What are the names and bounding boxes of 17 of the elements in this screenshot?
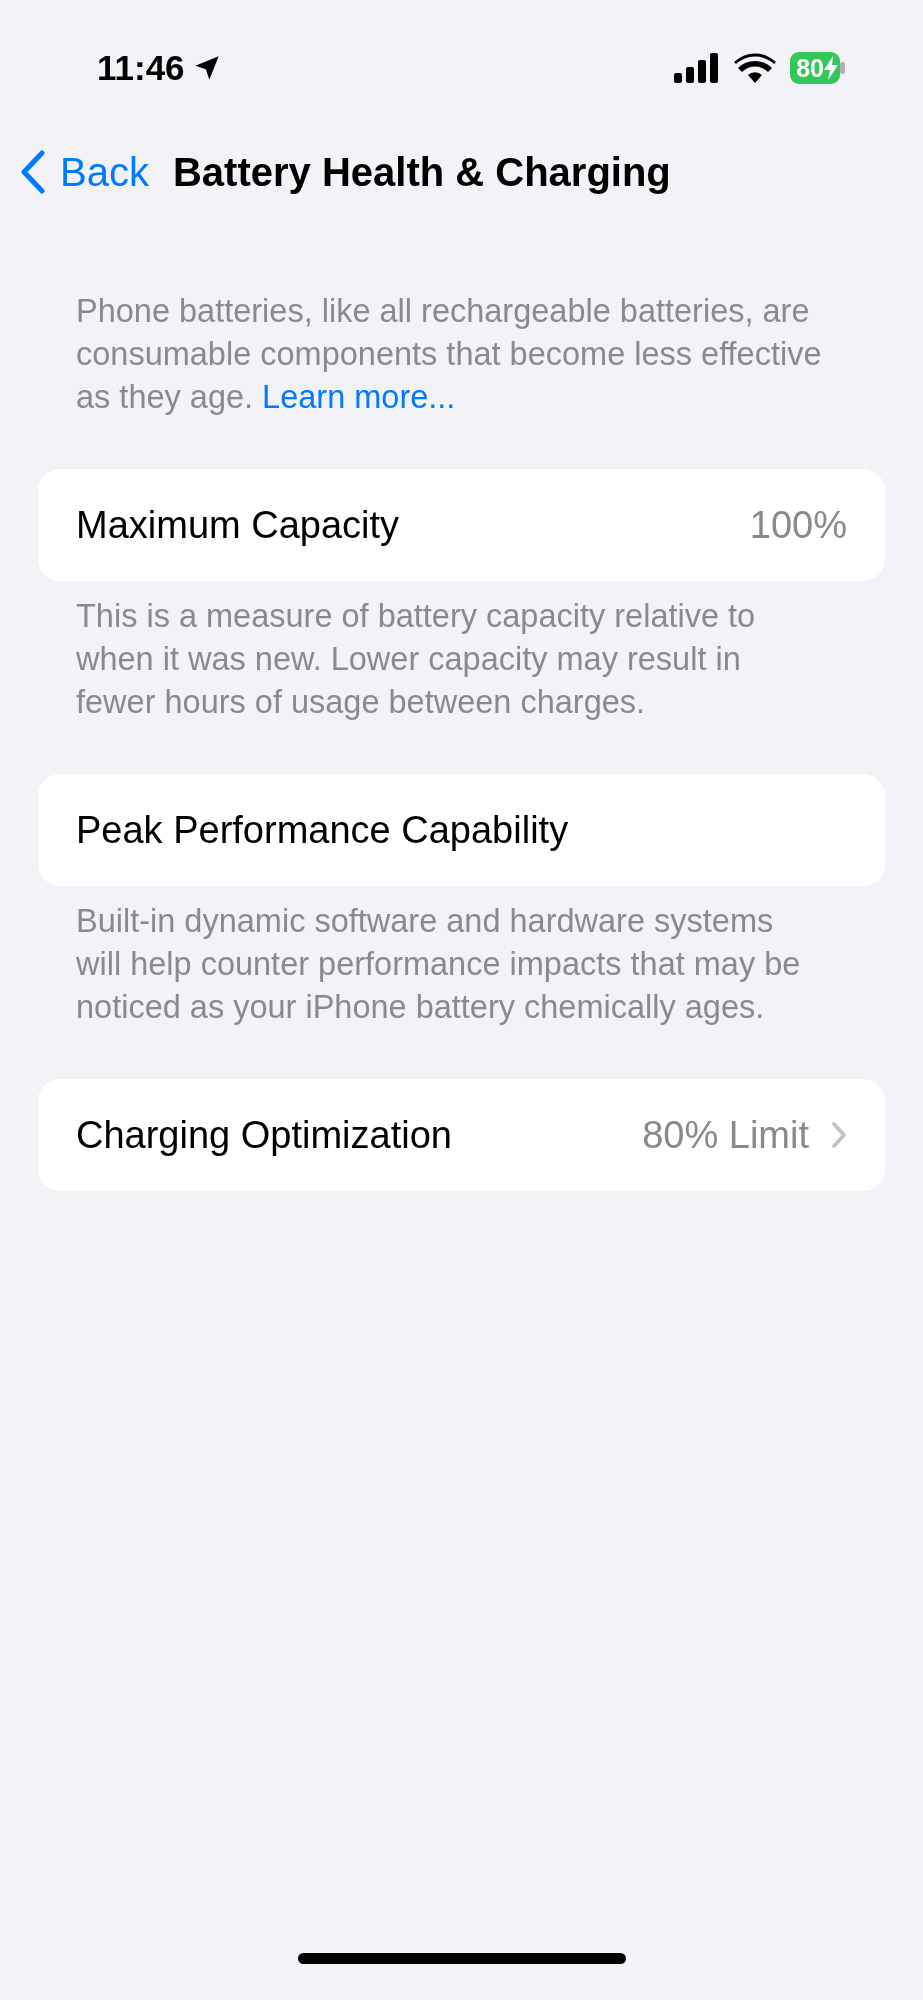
description-text: Phone batteries, like all rechargeable batteries, are consumable components that become less effective as they age. Learn more... — [75, 292, 823, 417]
description-text: This is a measure of battery capacity relative to when it was new. Lower capacity may result in fewer hours of usage between charges. — [75, 597, 757, 722]
settings-row[interactable]: Charging Optimization 80% Limit — [38, 1079, 885, 1191]
back-button[interactable]: Back — [20, 149, 149, 195]
battery-indicator: 80 — [790, 52, 845, 84]
row-label: Charging Optimization — [76, 1113, 452, 1157]
chevron-left-icon — [20, 150, 46, 194]
clock-time: 11:46 — [97, 48, 185, 88]
wifi-icon — [734, 53, 777, 83]
signal-icon — [674, 53, 721, 83]
learn-more-link[interactable]: Learn more... — [262, 379, 456, 415]
row-label: Peak Performance Capability — [76, 808, 569, 852]
row-value: 100% — [749, 503, 847, 547]
row-label: Maximum Capacity — [76, 503, 400, 547]
description-text: Built-in dynamic software and hardware systems will help counter performance impacts that may be noticed as your iPhone battery chemically ages. — [75, 902, 802, 1027]
row-value: 80% Limit — [642, 1113, 809, 1157]
page-title: Battery Health & Charging — [172, 149, 671, 195]
